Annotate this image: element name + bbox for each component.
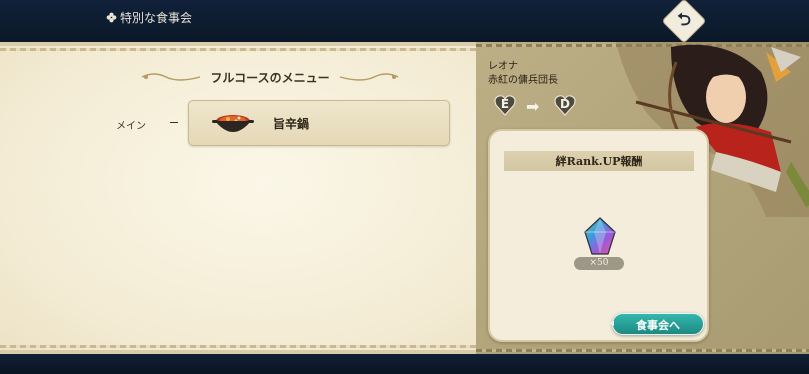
screen-title-text: 特別な食事会 (120, 11, 193, 25)
go-to-meal-label: 食事会へ (636, 319, 680, 332)
panel-trim-bottom (476, 349, 809, 352)
menu-panel: フルコースのメニュー メイン 旨辛鍋 (0, 42, 476, 354)
reward-quantity-pill: ×50 (574, 257, 624, 270)
character-title: 赤紅の傭兵団長 (488, 75, 558, 86)
course-divider (170, 122, 178, 123)
return-arrow-icon: ⮌ (677, 9, 691, 30)
reward-card: 絆Rank.UP報酬 ×50 (488, 129, 709, 342)
menu-heading-label: フルコースのメニュー (210, 70, 330, 85)
dish-name-main: 旨辛鍋 (273, 117, 310, 131)
spicy-hotpot-icon (212, 115, 254, 132)
rainbow-gem-icon (584, 217, 616, 255)
rank-up-arrow-icon: ➡ (526, 97, 540, 116)
course-label-main: メイン (116, 121, 146, 132)
rank-badge-current: E (494, 94, 516, 116)
reward-header: 絆Rank.UP報酬 (504, 151, 694, 171)
panel-trim-bottom (0, 345, 476, 348)
bottom-bar (0, 354, 809, 374)
screen-title: 特別な食事会 (106, 9, 192, 26)
rank-badge-next: D (554, 94, 576, 116)
ornament-left-icon (142, 73, 201, 81)
panel-trim-top (0, 48, 476, 51)
character-name: レオナ (488, 61, 518, 72)
go-to-meal-button[interactable]: ◂ 食事会へ (609, 313, 704, 335)
menu-heading: フルコースのメニュー (140, 68, 400, 86)
reward-quantity: ×50 (589, 258, 609, 268)
rank-to-letter: D (560, 97, 570, 111)
ornament-right-icon (339, 73, 398, 81)
clover-icon (106, 12, 117, 23)
dish-card-main[interactable]: 旨辛鍋 (188, 100, 450, 146)
reward-heading: 絆Rank.UP報酬 (555, 155, 643, 168)
back-button[interactable]: ⮌ (662, 0, 706, 43)
rank-from-letter: E (500, 97, 510, 111)
top-bar: 特別な食事会 ⮌ (0, 0, 809, 43)
